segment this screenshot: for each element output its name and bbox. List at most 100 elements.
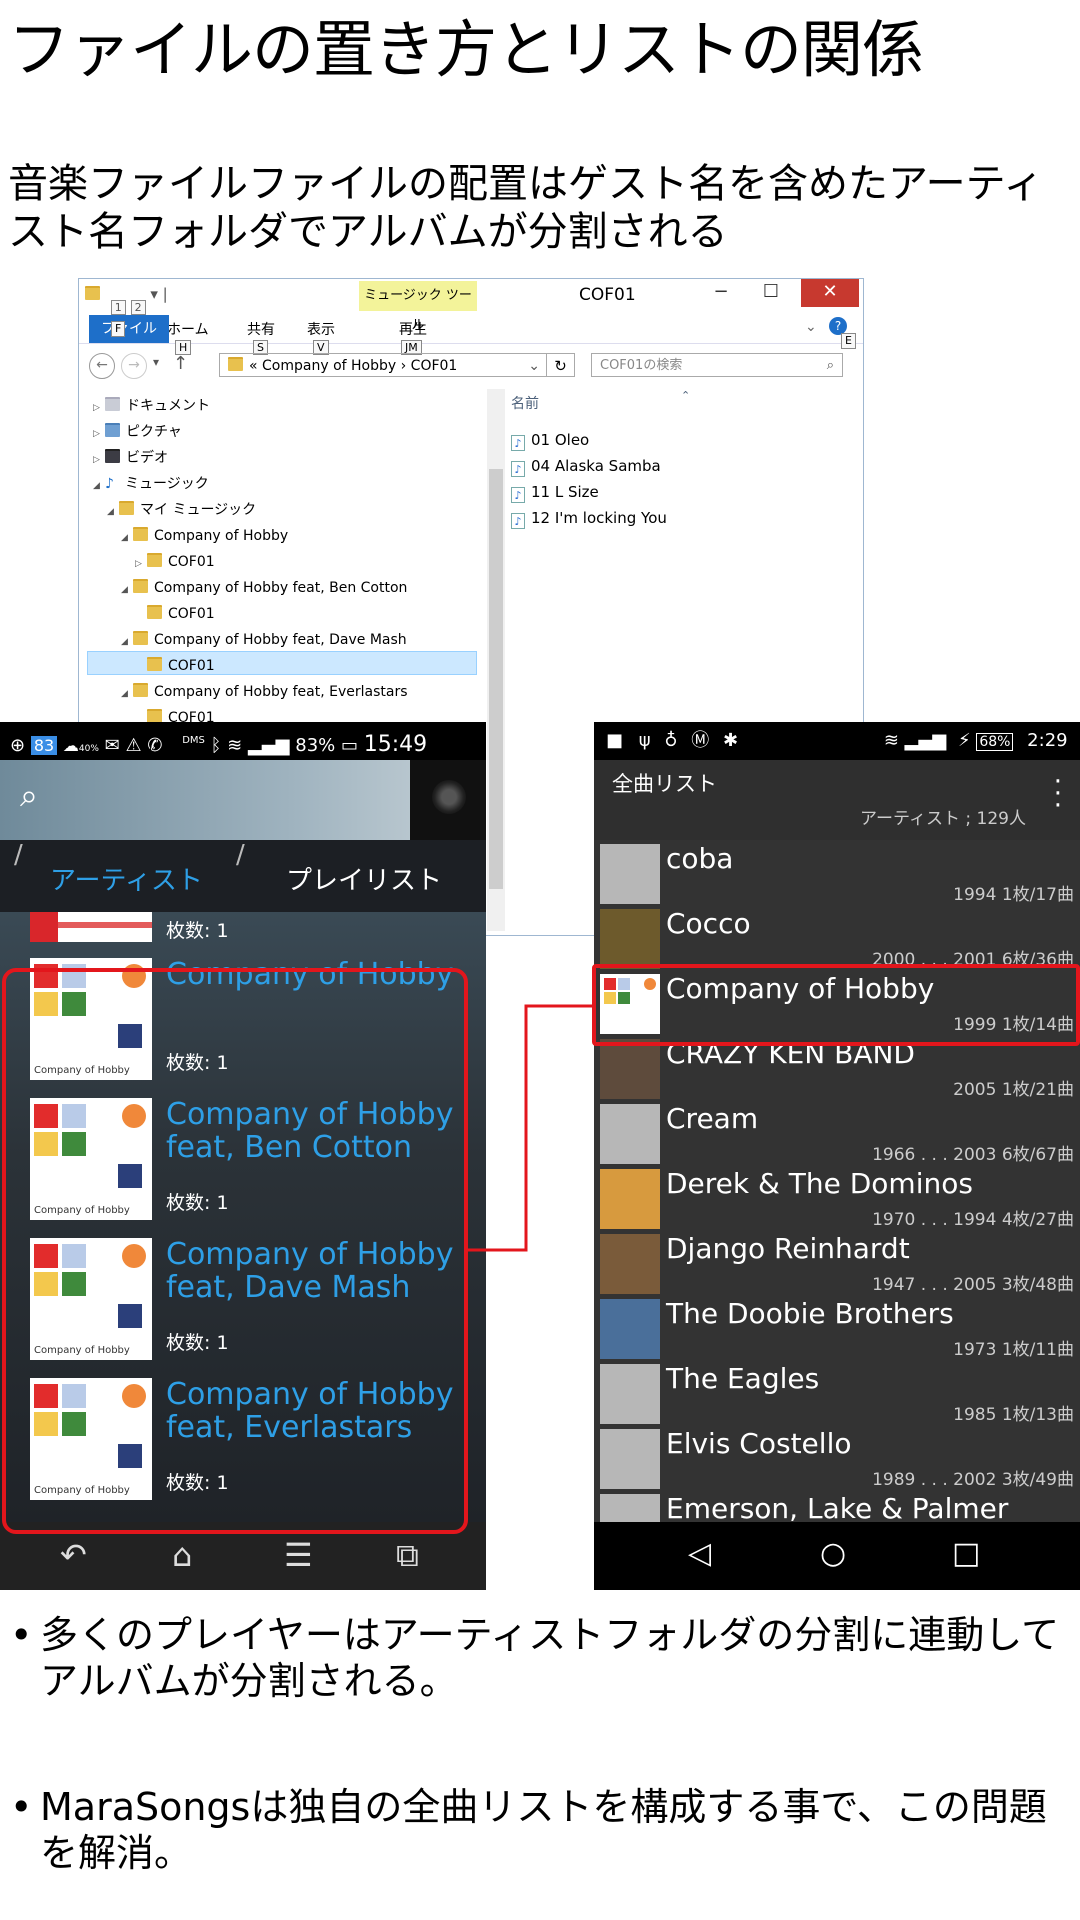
overflow-menu-icon[interactable]: · · · xyxy=(1054,769,1062,819)
artist-thumbnail xyxy=(600,1039,660,1099)
folder-icon xyxy=(147,709,162,723)
folder-icon xyxy=(85,286,100,300)
search-icon[interactable]: ⌕ xyxy=(20,776,38,815)
back-icon[interactable]: ↶ xyxy=(60,1536,87,1574)
recent-apps-icon[interactable]: ⧉ xyxy=(396,1536,419,1575)
audio-file-icon: ♪ xyxy=(511,461,525,477)
quick-access-toolbar[interactable]: 1 2 ▾ | xyxy=(85,285,168,315)
artist-thumbnail xyxy=(600,844,660,904)
tab-playlist[interactable]: プレイリスト xyxy=(286,860,442,897)
list-item[interactable]: coba 1994 1枚/17曲 xyxy=(594,840,1080,906)
artist-thumbnail xyxy=(600,909,660,969)
connector-arrow xyxy=(466,1000,604,1252)
tree-item-my-music[interactable]: ◢ マイ ミュージック xyxy=(107,499,256,521)
close-button[interactable]: ✕ xyxy=(801,279,859,307)
home-icon[interactable]: ⌂ xyxy=(172,1536,192,1574)
artist-thumbnail xyxy=(600,1169,660,1229)
artist-meta: 1985 1枚/13曲 xyxy=(953,1405,1074,1425)
tree-item-pictures[interactable]: ▷ ピクチャ xyxy=(93,421,182,443)
list-item[interactable]: Emerson, Lake & Palmer xyxy=(594,1490,1080,1522)
recent-locations-icon[interactable]: ▾ xyxy=(153,355,159,369)
music-tools-context-tab[interactable]: ミュージック ツール xyxy=(359,281,477,333)
album-count: 枚数: 1 xyxy=(166,920,229,942)
pictures-icon xyxy=(105,423,120,437)
file-item[interactable]: ♪ 04 Alaska Samba xyxy=(511,455,661,477)
list-item[interactable]: Derek & The Dominos 1970 . . . 1994 4枚/27… xyxy=(594,1165,1080,1231)
artist-meta: 1989 . . . 2002 3枚/49曲 xyxy=(872,1470,1074,1490)
category-tabs: / アーティスト / プレイリスト xyxy=(14,840,443,897)
minimize-button[interactable]: − xyxy=(699,279,743,307)
tree-item-company-of-hobby[interactable]: ◢ Company of Hobby xyxy=(121,525,288,547)
folder-icon xyxy=(119,501,134,515)
artist-thumbnail xyxy=(600,1299,660,1359)
artist-list[interactable]: coba 1994 1枚/17曲 Cocco 2000 . . . 2001 6枚/… xyxy=(594,840,1080,1522)
artist-thumbnail xyxy=(600,1494,660,1522)
folder-icon xyxy=(147,553,162,567)
tree-item-company-of-hobby-ben-cotton[interactable]: ◢ Company of Hobby feat, Ben Cotton xyxy=(121,577,407,599)
home-icon[interactable]: ○ xyxy=(820,1536,846,1571)
recent-apps-icon[interactable]: □ xyxy=(952,1536,980,1571)
tree-item-documents[interactable]: ▷ ドキュメント xyxy=(93,395,210,417)
tree-item-cof01[interactable]: ▷ COF01 xyxy=(135,551,215,573)
qat-keytip-1: 1 xyxy=(110,300,126,315)
tree-item-company-of-hobby-dave-mash[interactable]: ◢ Company of Hobby feat, Dave Mash xyxy=(121,629,407,651)
list-item[interactable]: Cream 1966 . . . 2003 6枚/67曲 xyxy=(594,1100,1080,1166)
tree-item-company-of-hobby-everlastars[interactable]: ◢ Company of Hobby feat, Everlastars xyxy=(121,681,408,703)
signal-icon: ▂▄▆ xyxy=(248,735,290,756)
merged-artist-highlight xyxy=(592,964,1080,1046)
tree-item-music[interactable]: ◢ ♪ ミュージック xyxy=(93,473,209,495)
address-field[interactable]: « Company of Hobby › COF01 ⌄ xyxy=(219,353,547,377)
tab-artist[interactable]: アーティスト xyxy=(50,860,203,897)
split-albums-highlight xyxy=(2,968,468,1534)
artist-thumbnail xyxy=(600,1234,660,1294)
tree-item-cof01[interactable]: COF01 xyxy=(147,603,215,625)
bulb-icon: ♁ xyxy=(664,730,678,751)
audio-file-icon: ♪ xyxy=(511,513,525,529)
list-item[interactable]: Cocco 2000 . . . 2001 6枚/36曲 xyxy=(594,905,1080,971)
maximize-button[interactable]: ☐ xyxy=(749,279,793,307)
scrollbar-thumb[interactable] xyxy=(489,469,503,889)
list-item[interactable]: Elvis Costello 1989 . . . 2002 3枚/49曲 xyxy=(594,1425,1080,1491)
qat-dropdown-icon[interactable]: ▾ | xyxy=(150,285,167,303)
tree-item-cof01[interactable]: COF01 xyxy=(147,655,215,677)
window-title: COF01 xyxy=(579,285,636,305)
artist-meta: 2005 1枚/21曲 xyxy=(953,1080,1074,1100)
back-icon[interactable]: ◁ xyxy=(688,1536,711,1571)
search-input[interactable]: COF01の検索 ⌕ xyxy=(591,353,843,377)
file-item[interactable]: ♪ 12 I'm locking You xyxy=(511,507,667,529)
list-item[interactable]: Django Reinhardt 1947 . . . 2005 3枚/48曲 xyxy=(594,1230,1080,1296)
artist-meta: 1947 . . . 2005 3枚/48曲 xyxy=(872,1275,1074,1295)
ribbon-expand-icon[interactable]: ⌄ xyxy=(805,319,817,335)
tree-item-videos[interactable]: ▷ ビデオ xyxy=(93,447,168,469)
speaker-icon[interactable] xyxy=(410,760,486,840)
file-item[interactable]: ♪ 01 Oleo xyxy=(511,429,589,451)
artist-name: Django Reinhardt xyxy=(666,1232,910,1265)
signal-icon: ▂▄▆ xyxy=(904,730,947,751)
artist-name: Derek & The Dominos xyxy=(666,1167,973,1200)
status-bar: ■ ψ ♁ Ⓜ ✱ ≋ ▂▄▆ ⚡ 68% 2:29 xyxy=(594,722,1080,760)
list-item[interactable]: The Eagles 1985 1枚/13曲 xyxy=(594,1360,1080,1426)
usb-icon: ψ xyxy=(638,730,651,751)
keytip-file: F xyxy=(111,321,126,337)
slide-subtitle: 音楽ファイルファイルの配置はゲスト名を含めたアーティスト名フォルダでアルバムが分… xyxy=(8,161,1044,255)
back-icon[interactable]: ← xyxy=(89,353,115,379)
file-item[interactable]: ♪ 11 L Size xyxy=(511,481,599,503)
list-item[interactable]: The Doobie Brothers 1973 1枚/11曲 xyxy=(594,1295,1080,1361)
status-bar: ⊕ 83 ☁40% ✉ ⚠ ✆ DMS ᛒ ≋ ▂▄▆ 83% ▭ 15:49 xyxy=(0,722,486,760)
artist-name: Elvis Costello xyxy=(666,1427,852,1460)
menu-icon[interactable]: ☰ xyxy=(284,1536,313,1574)
tab-file[interactable]: ファイル xyxy=(89,315,169,343)
app-square-icon: ■ xyxy=(606,730,624,751)
address-dropdown-icon[interactable]: ⌄ xyxy=(528,354,540,378)
wifi-icon: ≋ xyxy=(883,730,899,751)
column-header-name[interactable]: 名前 xyxy=(511,393,539,413)
refresh-icon[interactable]: ↻ xyxy=(547,353,575,377)
navigation-scrollbar[interactable] xyxy=(487,389,505,931)
artist-thumbnail xyxy=(600,1364,660,1424)
audio-file-icon: ♪ xyxy=(511,487,525,503)
forward-icon[interactable]: → xyxy=(121,353,147,379)
up-icon[interactable]: ↑ xyxy=(173,353,188,374)
navigation-bar: ◁ ○ □ xyxy=(594,1522,1080,1590)
qat-keytip-2: 2 xyxy=(130,300,146,315)
clock: 15:49 xyxy=(363,732,428,757)
